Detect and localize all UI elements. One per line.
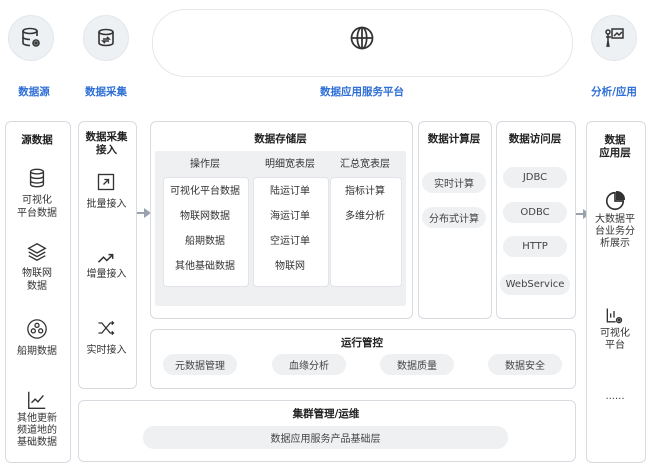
database-settings-icon: [8, 15, 54, 61]
summary-layer-title: 汇总宽表层: [340, 159, 390, 170]
detail-item: 陆运订单: [270, 186, 310, 197]
source-item-visual: 可视化 平台数据: [17, 195, 57, 219]
access-item-odbc: ODBC: [503, 202, 567, 223]
collect-item-realtime: 实时接入: [86, 345, 127, 356]
arrow-collect-to-storage: [137, 208, 151, 218]
app-item-visual: 可视化 平台: [600, 328, 630, 351]
collect-item-batch: 批量接入: [86, 199, 127, 210]
trend-up-icon: [96, 248, 116, 268]
detail-item: 空运订单: [270, 236, 310, 247]
presenter-chart-icon: [591, 15, 637, 61]
ops-control-item: 数据质量: [380, 354, 454, 375]
ops-item: 其他基础数据: [175, 261, 235, 272]
arrow-access-to-app: [576, 209, 590, 219]
layers-icon: [26, 241, 48, 263]
upload-box-icon: [96, 172, 116, 192]
pie-chart-icon: [604, 190, 626, 212]
database-sync-icon: [83, 15, 129, 61]
cluster-title: 集群管理/运维: [292, 408, 360, 420]
ops-control-item: 血缘分析: [272, 354, 346, 375]
compute-title: 数据计算层: [427, 133, 481, 145]
collect-label: 数据采集: [85, 86, 127, 98]
app-ellipsis: ......: [605, 391, 625, 402]
app-title: 数据 应用层: [599, 134, 631, 159]
app-item-bigdata: 大数据平 台业务分 析展示: [595, 214, 635, 249]
compute-item: 实时计算: [422, 172, 486, 193]
cluster-nodes-icon: [26, 318, 48, 340]
ops-item: 物联网数据: [180, 211, 230, 222]
shuffle-icon: [96, 318, 116, 338]
detail-item: 物联网: [275, 261, 305, 272]
analysis-label: 分析/应用: [591, 86, 637, 98]
storage-title: 数据存储层: [254, 133, 307, 145]
ops-control-item: 元数据管理: [163, 354, 237, 375]
collect-title: 数据采集 接入: [85, 131, 128, 156]
access-item-webservice: WebService: [500, 274, 570, 295]
source-item-iot: 物联网 数据: [22, 268, 52, 292]
source-item-other: 其他更新 频道地的 基础数据: [17, 413, 57, 448]
access-item-jdbc: JDBC: [503, 167, 567, 188]
compute-item: 分布式计算: [422, 207, 486, 228]
source-label: 数据源: [18, 86, 50, 98]
platform-label: 数据应用服务平台: [320, 86, 404, 98]
ops-control-item: 数据安全: [488, 354, 562, 375]
access-item-http: HTTP: [503, 236, 567, 257]
access-title: 数据访问层: [508, 133, 562, 145]
monitor-eye-icon: [604, 306, 624, 326]
detail-layer-title: 明细宽表层: [265, 159, 315, 170]
cluster-bar: 数据应用服务产品基础层: [143, 426, 508, 449]
ops-layer-title: 操作层: [190, 159, 220, 170]
globe-icon: [341, 17, 383, 59]
source-title: 源数据: [21, 134, 53, 146]
ops-item: 可视化平台数据: [170, 186, 240, 197]
summary-item: 指标计算: [345, 186, 385, 197]
line-chart-icon: [26, 389, 48, 411]
detail-item: 海运订单: [270, 211, 310, 222]
source-item-ship: 船期数据: [17, 346, 57, 357]
collect-item-incremental: 增量接入: [86, 269, 127, 280]
ops-item: 船期数据: [185, 236, 225, 247]
summary-item: 多维分析: [345, 211, 385, 222]
database-icon: [26, 167, 48, 189]
app-column: [586, 121, 646, 463]
ops-control-title: 运行管控: [341, 337, 383, 349]
